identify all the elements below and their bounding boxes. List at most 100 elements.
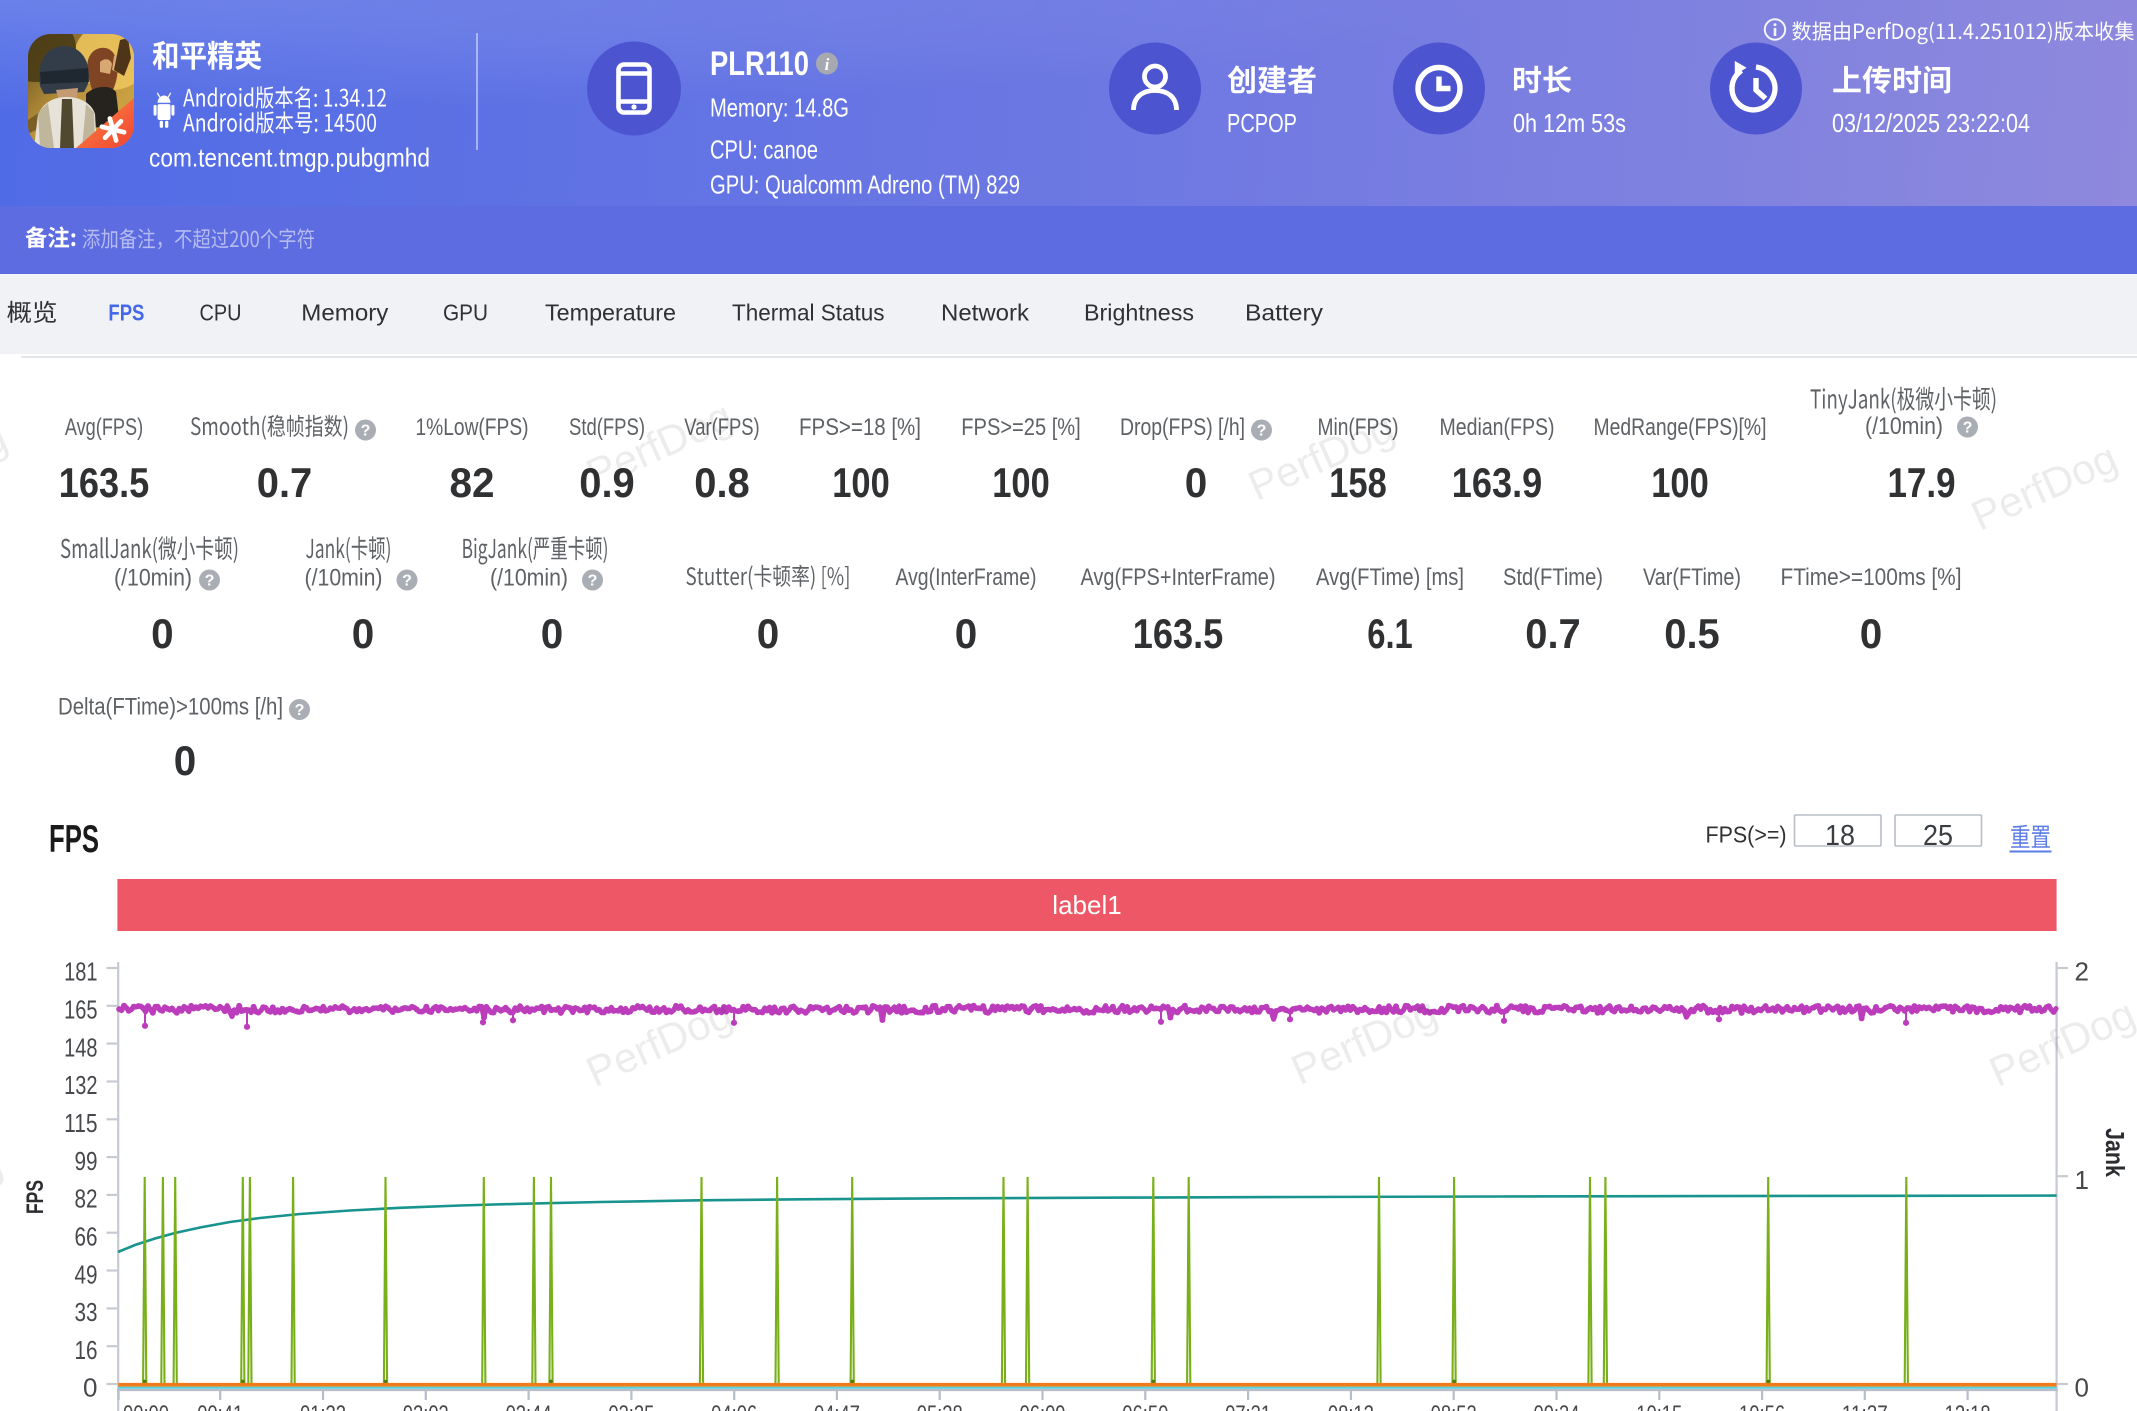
svg-text:99: 99	[75, 1146, 98, 1176]
svg-text:0.5: 0.5	[1664, 610, 1720, 657]
svg-text:Memory: 14.8G: Memory: 14.8G	[710, 93, 849, 123]
svg-text:Temperature: Temperature	[545, 300, 676, 326]
svg-text:04:47: 04:47	[814, 1401, 860, 1411]
svg-text:PerfDog: PerfDog	[1284, 988, 1444, 1094]
svg-text:08:53: 08:53	[1431, 1401, 1477, 1411]
svg-text:com.tencent.tmgp.pubgmhd: com.tencent.tmgp.pubgmhd	[149, 143, 430, 173]
svg-text:?: ?	[1963, 420, 1973, 437]
svg-text:1%Low(FPS): 1%Low(FPS)	[416, 414, 529, 441]
svg-text:PerfDog: PerfDog	[0, 414, 14, 520]
svg-text:03:25: 03:25	[608, 1401, 654, 1411]
svg-text:(/10min): (/10min)	[114, 565, 192, 592]
svg-text:PCPOP: PCPOP	[1227, 108, 1297, 138]
svg-text:Var(FTime): Var(FTime)	[1643, 564, 1741, 591]
svg-text:PerfDog: PerfDog	[1964, 434, 2124, 540]
svg-text:?: ?	[588, 573, 598, 590]
svg-text:03/12/2025 23:22:04: 03/12/2025 23:22:04	[1832, 108, 2030, 138]
svg-text:Std(FTime): Std(FTime)	[1503, 564, 1603, 591]
svg-text:132: 132	[64, 1070, 97, 1100]
svg-text:(/10min): (/10min)	[305, 565, 383, 592]
svg-text:Memory: Memory	[301, 300, 389, 326]
svg-text:0.8: 0.8	[694, 459, 750, 506]
svg-text:FPS: FPS	[22, 1180, 49, 1214]
svg-text:10:15: 10:15	[1636, 1401, 1682, 1411]
svg-text:0.7: 0.7	[257, 459, 313, 506]
svg-text:05:28: 05:28	[917, 1401, 963, 1411]
svg-text:i: i	[825, 55, 830, 74]
svg-text:0: 0	[955, 610, 978, 657]
svg-text:100: 100	[1651, 459, 1709, 506]
svg-text:163.5: 163.5	[59, 459, 150, 506]
svg-text:Thermal Status: Thermal Status	[732, 300, 885, 326]
svg-text:12:18: 12:18	[1945, 1401, 1991, 1411]
svg-text:PLR110: PLR110	[710, 45, 809, 83]
svg-text:PerfDog: PerfDog	[0, 1139, 9, 1245]
svg-text:Drop(FPS) [/h]: Drop(FPS) [/h]	[1120, 414, 1245, 441]
svg-text:FTime>=100ms [%]: FTime>=100ms [%]	[1781, 564, 1962, 591]
svg-text:?: ?	[361, 423, 371, 440]
svg-text:09:34: 09:34	[1533, 1401, 1579, 1411]
svg-text:02:03: 02:03	[403, 1401, 449, 1411]
svg-text:0: 0	[151, 610, 174, 657]
svg-text:181: 181	[64, 957, 97, 987]
svg-text:MedRange(FPS)[%]: MedRange(FPS)[%]	[1594, 414, 1767, 441]
svg-text:148: 148	[64, 1032, 97, 1062]
svg-text:Network: Network	[941, 300, 1030, 326]
svg-text:06:50: 06:50	[1122, 1401, 1168, 1411]
svg-text:GPU: Qualcomm Adreno (TM) 829: GPU: Qualcomm Adreno (TM) 829	[710, 170, 1020, 200]
svg-text:FPS: FPS	[108, 300, 144, 326]
svg-text:0: 0	[352, 610, 375, 657]
svg-text:Brightness: Brightness	[1084, 300, 1194, 326]
svg-text:07:31: 07:31	[1225, 1401, 1271, 1411]
svg-text:Jank: Jank	[2100, 1128, 2130, 1177]
svg-text:FPS>=25 [%]: FPS>=25 [%]	[961, 414, 1080, 441]
svg-text:18: 18	[1825, 820, 1855, 852]
svg-text:Avg(FTime) [ms]: Avg(FTime) [ms]	[1316, 564, 1464, 591]
svg-text:CPU: CPU	[200, 300, 242, 326]
svg-text:GPU: GPU	[443, 300, 488, 326]
svg-text:49: 49	[75, 1259, 98, 1289]
svg-text:163.9: 163.9	[1452, 459, 1543, 506]
svg-text:Avg(FPS): Avg(FPS)	[65, 414, 143, 441]
svg-text:0: 0	[541, 610, 564, 657]
svg-text:33: 33	[75, 1297, 98, 1327]
svg-text:Median(FPS): Median(FPS)	[1440, 414, 1555, 441]
svg-text:02:44: 02:44	[506, 1401, 552, 1411]
svg-text:0: 0	[1860, 610, 1883, 657]
svg-text:10:56: 10:56	[1739, 1401, 1785, 1411]
svg-text:?: ?	[402, 573, 412, 590]
svg-text:FPS>=18 [%]: FPS>=18 [%]	[799, 414, 921, 441]
svg-text:FPS(>=): FPS(>=)	[1706, 822, 1787, 848]
svg-text:115: 115	[64, 1108, 97, 1138]
svg-text:0h 12m 53s: 0h 12m 53s	[1513, 108, 1626, 138]
svg-text:04:06: 04:06	[711, 1401, 757, 1411]
svg-text:0: 0	[174, 737, 197, 784]
svg-text:6.1: 6.1	[1367, 610, 1413, 657]
svg-text:82: 82	[450, 459, 495, 506]
svg-text:1: 1	[2075, 1165, 2089, 1195]
svg-text:(/10min): (/10min)	[490, 565, 568, 592]
svg-text:00:41: 00:41	[197, 1401, 243, 1411]
svg-text:Battery: Battery	[1245, 300, 1324, 326]
svg-text:165: 165	[64, 995, 97, 1025]
svg-text:01:22: 01:22	[300, 1401, 346, 1411]
svg-text:16: 16	[75, 1335, 98, 1365]
svg-text:100: 100	[992, 459, 1050, 506]
svg-text:25: 25	[1923, 820, 1953, 852]
svg-text:0: 0	[757, 610, 780, 657]
svg-text:?: ?	[1257, 423, 1267, 440]
svg-text:?: ?	[205, 573, 215, 590]
svg-text:82: 82	[75, 1184, 98, 1214]
svg-text:100: 100	[832, 459, 890, 506]
svg-text:11:37: 11:37	[1842, 1401, 1888, 1411]
svg-text:CPU: canoe: CPU: canoe	[710, 135, 818, 165]
svg-text:PerfDog: PerfDog	[579, 990, 739, 1096]
svg-text:08:12: 08:12	[1328, 1401, 1374, 1411]
svg-text:0: 0	[2075, 1373, 2089, 1403]
svg-text:0: 0	[83, 1373, 97, 1403]
svg-text:label1: label1	[1052, 890, 1121, 920]
svg-text:66: 66	[75, 1221, 98, 1251]
svg-text:Delta(FTime)>100ms [/h]: Delta(FTime)>100ms [/h]	[58, 694, 283, 721]
svg-text:0.7: 0.7	[1525, 610, 1581, 657]
svg-text:FPS: FPS	[49, 818, 99, 861]
